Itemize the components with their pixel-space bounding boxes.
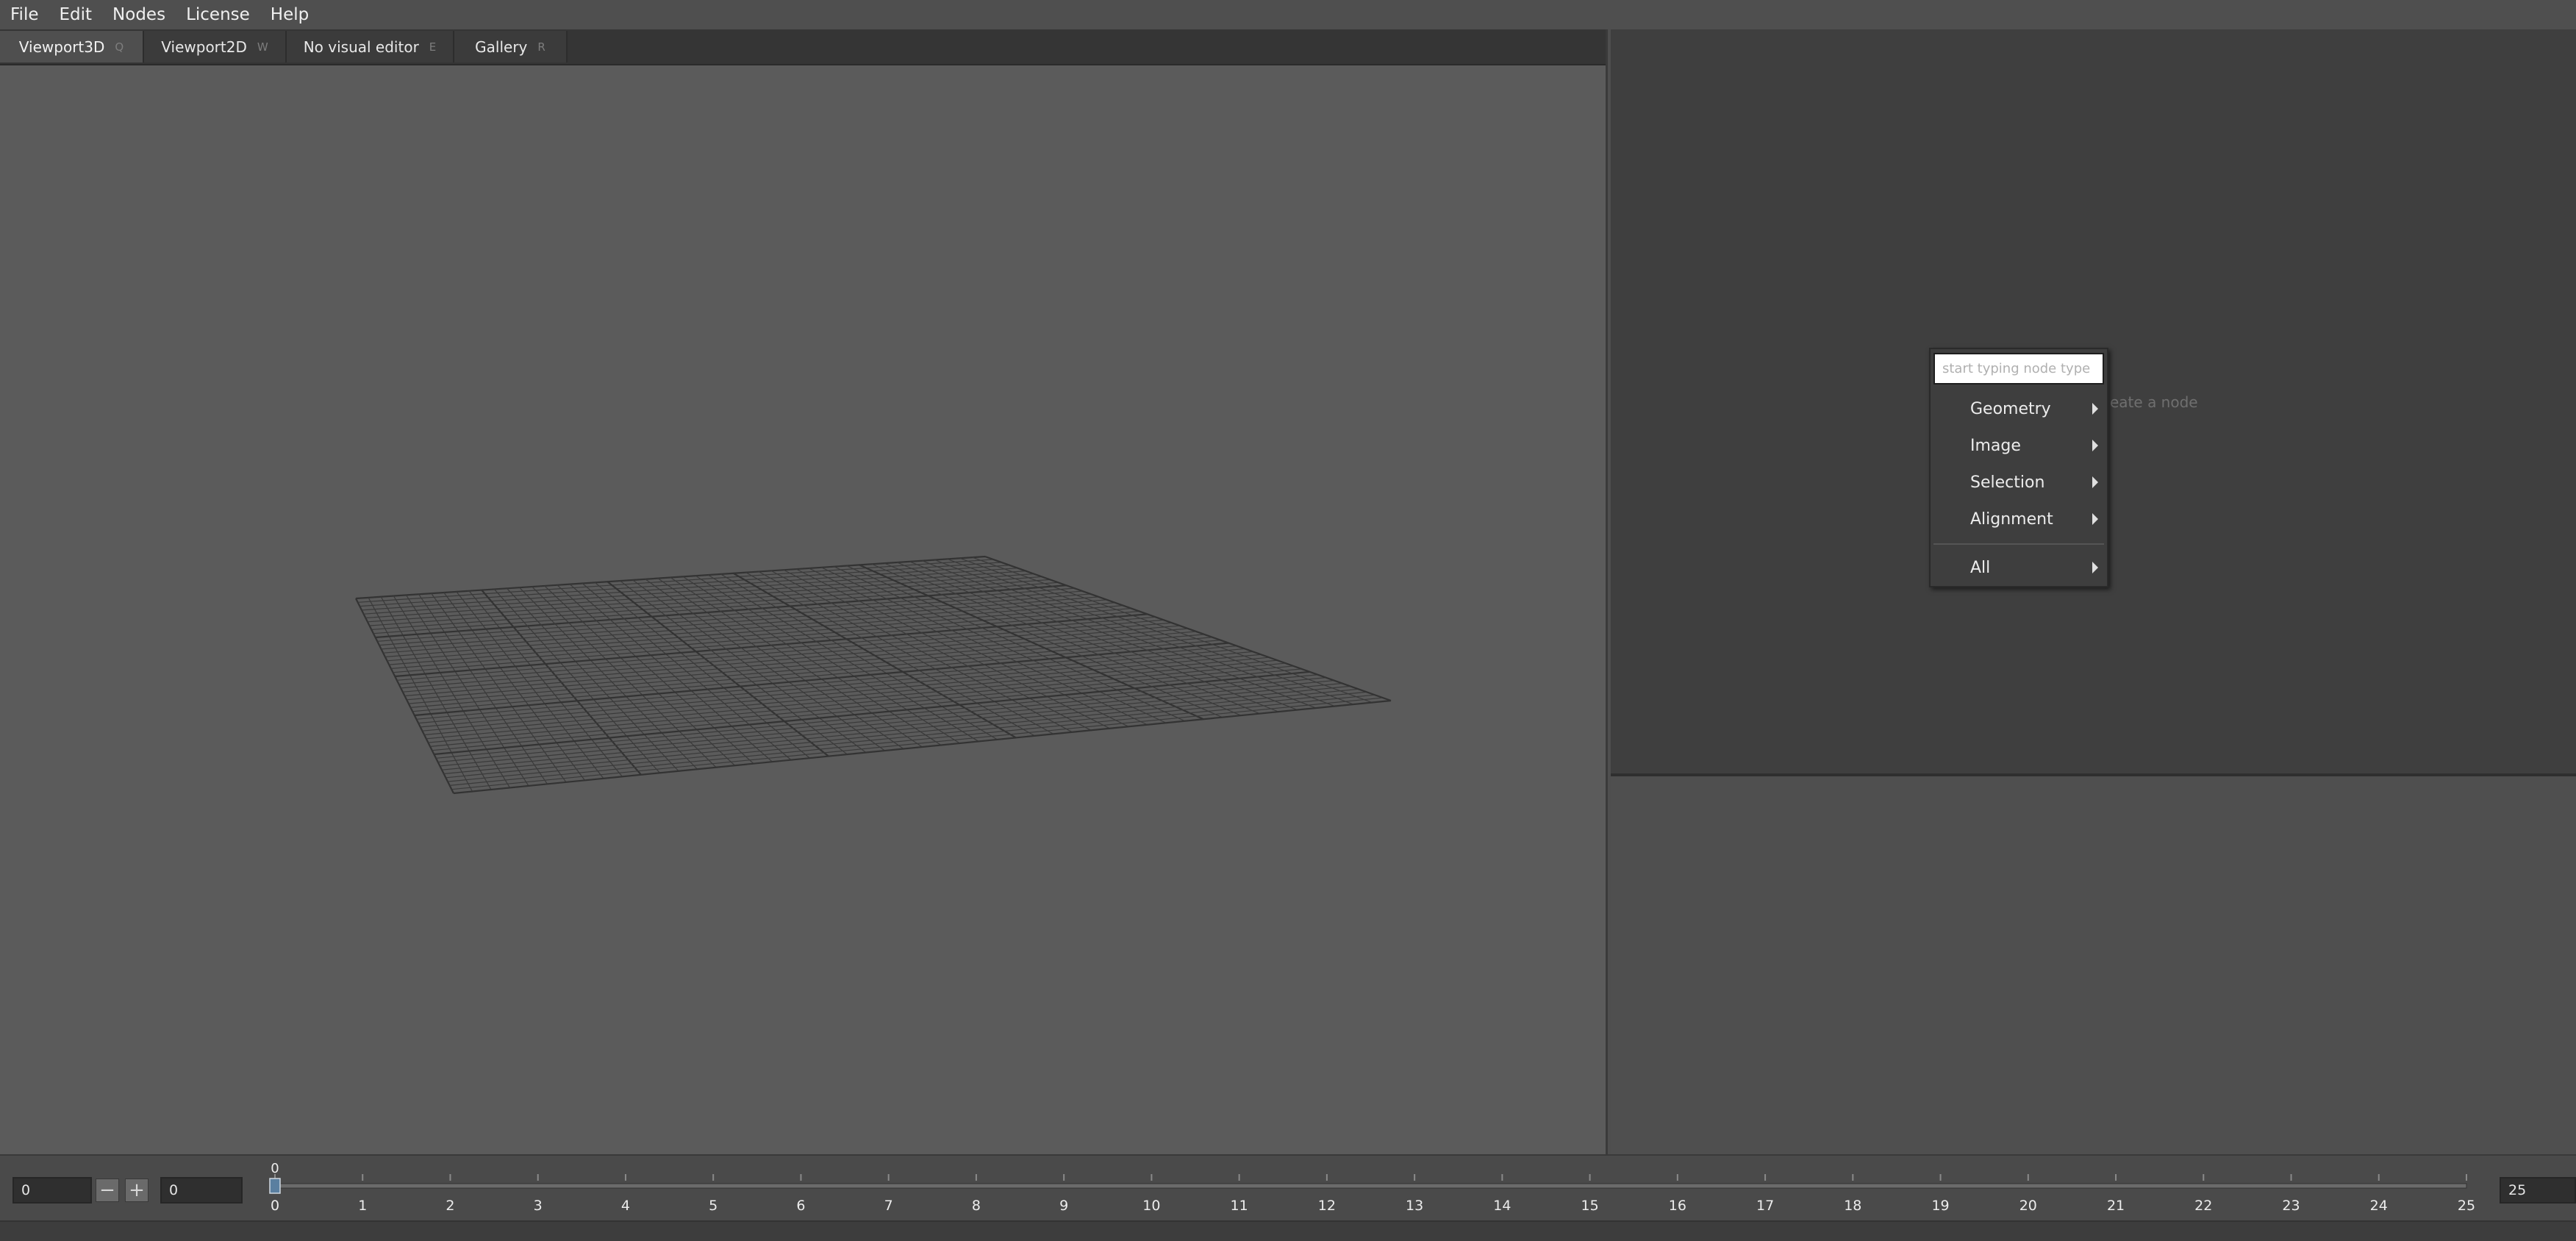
menu-item-label: Alignment (1970, 509, 2053, 529)
menu-item-alignment[interactable]: Alignment (1931, 502, 2107, 536)
timeline-tick-label: 1 (358, 1198, 367, 1214)
tab-shortcut: Q (115, 40, 124, 54)
menu-separator (1933, 543, 2104, 545)
viewport-3d[interactable] (0, 65, 1606, 1154)
node-editor-hint: eate a node (2110, 393, 2198, 411)
ground-grid (355, 555, 1392, 795)
timeline-tick-label: 24 (2370, 1198, 2388, 1214)
timeline-tick-label: 6 (796, 1198, 805, 1214)
tab-viewport2d[interactable]: Viewport2D W (144, 31, 287, 62)
timeline-tick-label: 21 (2107, 1198, 2125, 1214)
tab-shortcut: W (257, 40, 268, 54)
timeline-tick-label: 7 (884, 1198, 893, 1214)
chevron-right-icon (2092, 513, 2098, 525)
chevron-right-icon (2092, 440, 2098, 451)
chevron-right-icon (2092, 562, 2098, 573)
tab-label: Gallery (475, 37, 528, 56)
grid-line (984, 555, 1392, 702)
timeline-tick-label: 0 (271, 1198, 279, 1214)
timeline-tick-label: 16 (1669, 1198, 1686, 1214)
tab-shortcut: R (537, 40, 545, 54)
menu-item-label: Image (1970, 436, 2021, 455)
menu-edit[interactable]: Edit (49, 5, 103, 24)
status-bar (0, 1220, 2576, 1241)
menu-item-image[interactable]: Image (1931, 429, 2107, 462)
timeline-tick-label: 11 (1231, 1198, 1248, 1214)
timeline-tick-label: 15 (1581, 1198, 1599, 1214)
timeline-tick-label: 25 (2458, 1198, 2475, 1214)
tab-label: Viewport3D (18, 37, 105, 56)
chevron-right-icon (2092, 476, 2098, 488)
menu-help[interactable]: Help (260, 5, 319, 24)
timeline-tick-label: 19 (1931, 1198, 1949, 1214)
chevron-right-icon (2092, 403, 2098, 415)
timeline-track[interactable] (274, 1183, 2467, 1189)
menu-file[interactable]: File (0, 5, 49, 24)
timeline-tick-label: 12 (1318, 1198, 1336, 1214)
menubar: File Edit Nodes License Help (0, 0, 2576, 29)
timeline-tick-label: 23 (2282, 1198, 2300, 1214)
timeline-tick-label: 22 (2194, 1198, 2212, 1214)
timeline-tick-label: 17 (1756, 1198, 1774, 1214)
tab-gallery[interactable]: Gallery R (454, 31, 568, 62)
timeline-tick-label: 2 (446, 1198, 454, 1214)
timeline-tick-label: 10 (1142, 1198, 1160, 1214)
menu-license[interactable]: License (176, 5, 260, 24)
grid-line (436, 674, 1318, 759)
tab-viewport3d[interactable]: Viewport3D Q (0, 31, 144, 62)
timeline-tick-label: 13 (1406, 1198, 1423, 1214)
timeline-tick-label: 3 (534, 1198, 543, 1214)
timeline-tick-label: 18 (1844, 1198, 1861, 1214)
menu-item-label: Selection (1970, 473, 2045, 492)
timeline-tick-label: 14 (1493, 1198, 1511, 1214)
timeline-tick-label: 8 (972, 1198, 981, 1214)
viewport-pane: Viewport3D Q Viewport2D W No visual edit… (0, 29, 1608, 1154)
properties-pane (1611, 776, 2576, 1154)
grid-line (447, 691, 1367, 782)
menu-item-all[interactable]: All (1931, 551, 2107, 584)
timeline-tick-label: 9 (1059, 1198, 1068, 1214)
timeline-tick-label: 20 (2019, 1198, 2037, 1214)
tab-label: Viewport2D (161, 37, 247, 56)
playhead[interactable] (269, 1178, 281, 1194)
node-type-search-input[interactable] (1933, 353, 2104, 385)
menu-item-label: All (1970, 558, 1991, 577)
grid-line (441, 682, 1342, 770)
timeline-tick-label: 4 (621, 1198, 630, 1214)
tab-label: No visual editor (303, 37, 419, 56)
timeline-scrubber[interactable]: 0 1 2 3 4 5 6 7 8 9 10 11 12 13 14 15 16 17 18 19 20 21 22 23 24… (0, 1154, 2576, 1220)
menu-item-selection[interactable]: Selection (1931, 465, 2107, 499)
menu-nodes[interactable]: Nodes (102, 5, 176, 24)
tab-no-visual-editor[interactable]: No visual editor E (287, 31, 454, 62)
tab-shortcut: E (429, 40, 437, 54)
playhead-label: 0 (271, 1161, 279, 1176)
node-context-menu: Geometry Image Selection Alignment All (1929, 348, 2108, 587)
tab-bar: Viewport3D Q Viewport2D W No visual edit… (0, 29, 1606, 65)
menu-item-label: Geometry (1970, 399, 2051, 418)
menu-item-geometry[interactable]: Geometry (1931, 392, 2107, 426)
timeline-tick-label: 5 (709, 1198, 718, 1214)
